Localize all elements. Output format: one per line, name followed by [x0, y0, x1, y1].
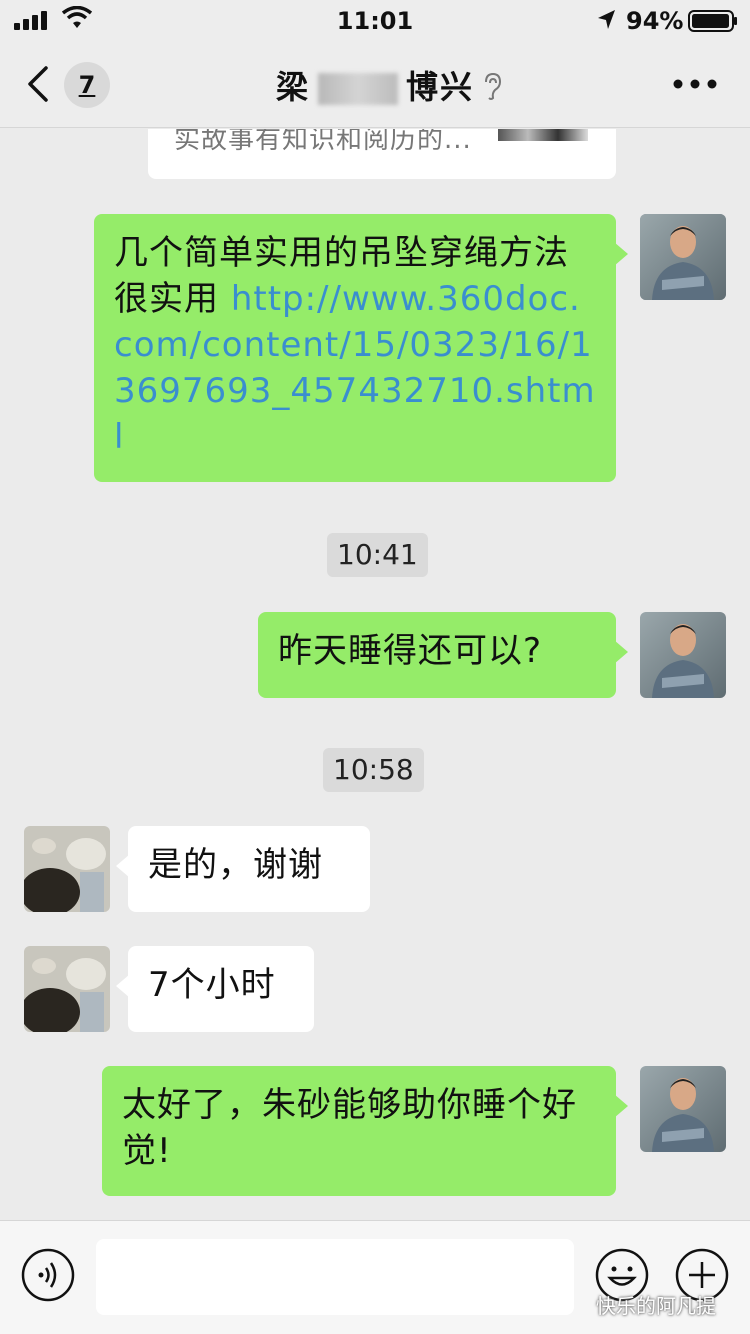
message-input[interactable] [96, 1239, 574, 1315]
battery-percent: 94% [626, 7, 684, 35]
avatar[interactable] [24, 826, 110, 912]
contact-avatar-image [24, 826, 110, 912]
chat-title: 梁 博兴 [180, 62, 570, 108]
chat-title-left: 梁 [275, 68, 310, 106]
earpiece-mode-icon [485, 72, 502, 100]
watermark: 快乐的阿凡提 [596, 1290, 716, 1319]
status-bar: 11:01 94% [0, 0, 750, 42]
avatar[interactable] [640, 612, 726, 698]
unread-count-badge[interactable]: 7 [64, 62, 110, 108]
message-timestamp: 10:41 [327, 533, 428, 577]
more-options-icon[interactable] [672, 78, 718, 90]
chat-message-list[interactable]: 实故事有知识和阅历的... 几个简单实用的吊坠穿绳方法很实用 http://ww… [0, 129, 750, 1220]
location-arrow-icon [598, 10, 615, 29]
message-bubble-received[interactable]: 是的，谢谢 [116, 826, 370, 912]
message-bubble-sent[interactable]: 几个简单实用的吊坠穿绳方法很实用 http://www.360doc.com/c… [94, 214, 628, 482]
link-preview-card[interactable]: 实故事有知识和阅历的... [148, 129, 616, 179]
message-bubble-sent[interactable]: 太好了，朱砂能够助你睡个好觉! [102, 1066, 628, 1196]
battery-icon [688, 10, 737, 32]
contact-avatar-image [24, 946, 110, 1032]
link-preview-description: 实故事有知识和阅历的... [174, 129, 472, 155]
chat-title-right: 博兴 [406, 68, 475, 106]
self-avatar-image [640, 214, 726, 300]
link-preview-thumbnail [498, 129, 588, 141]
voice-input-icon[interactable] [20, 1247, 76, 1303]
back-chevron-icon[interactable] [24, 64, 54, 104]
blurred-name [318, 73, 398, 105]
message-text: 是的，谢谢 [148, 845, 323, 885]
message-timestamp: 10:58 [323, 748, 424, 792]
self-avatar-image [640, 1066, 726, 1152]
watermark-text: 快乐的阿凡提 [596, 1294, 716, 1318]
message-bubble-received[interactable]: 7个小时 [116, 946, 314, 1032]
self-avatar-image [640, 612, 726, 698]
avatar[interactable] [640, 1066, 726, 1152]
message-text: 7个小时 [148, 965, 276, 1005]
chat-header: 7 梁 博兴 [0, 42, 750, 128]
avatar[interactable] [640, 214, 726, 300]
message-bubble-sent[interactable]: 昨天睡得还可以? [258, 612, 628, 698]
message-text: 昨天睡得还可以? [278, 631, 543, 671]
message-text: 太好了，朱砂能够助你睡个好觉! [122, 1085, 577, 1171]
avatar[interactable] [24, 946, 110, 1032]
